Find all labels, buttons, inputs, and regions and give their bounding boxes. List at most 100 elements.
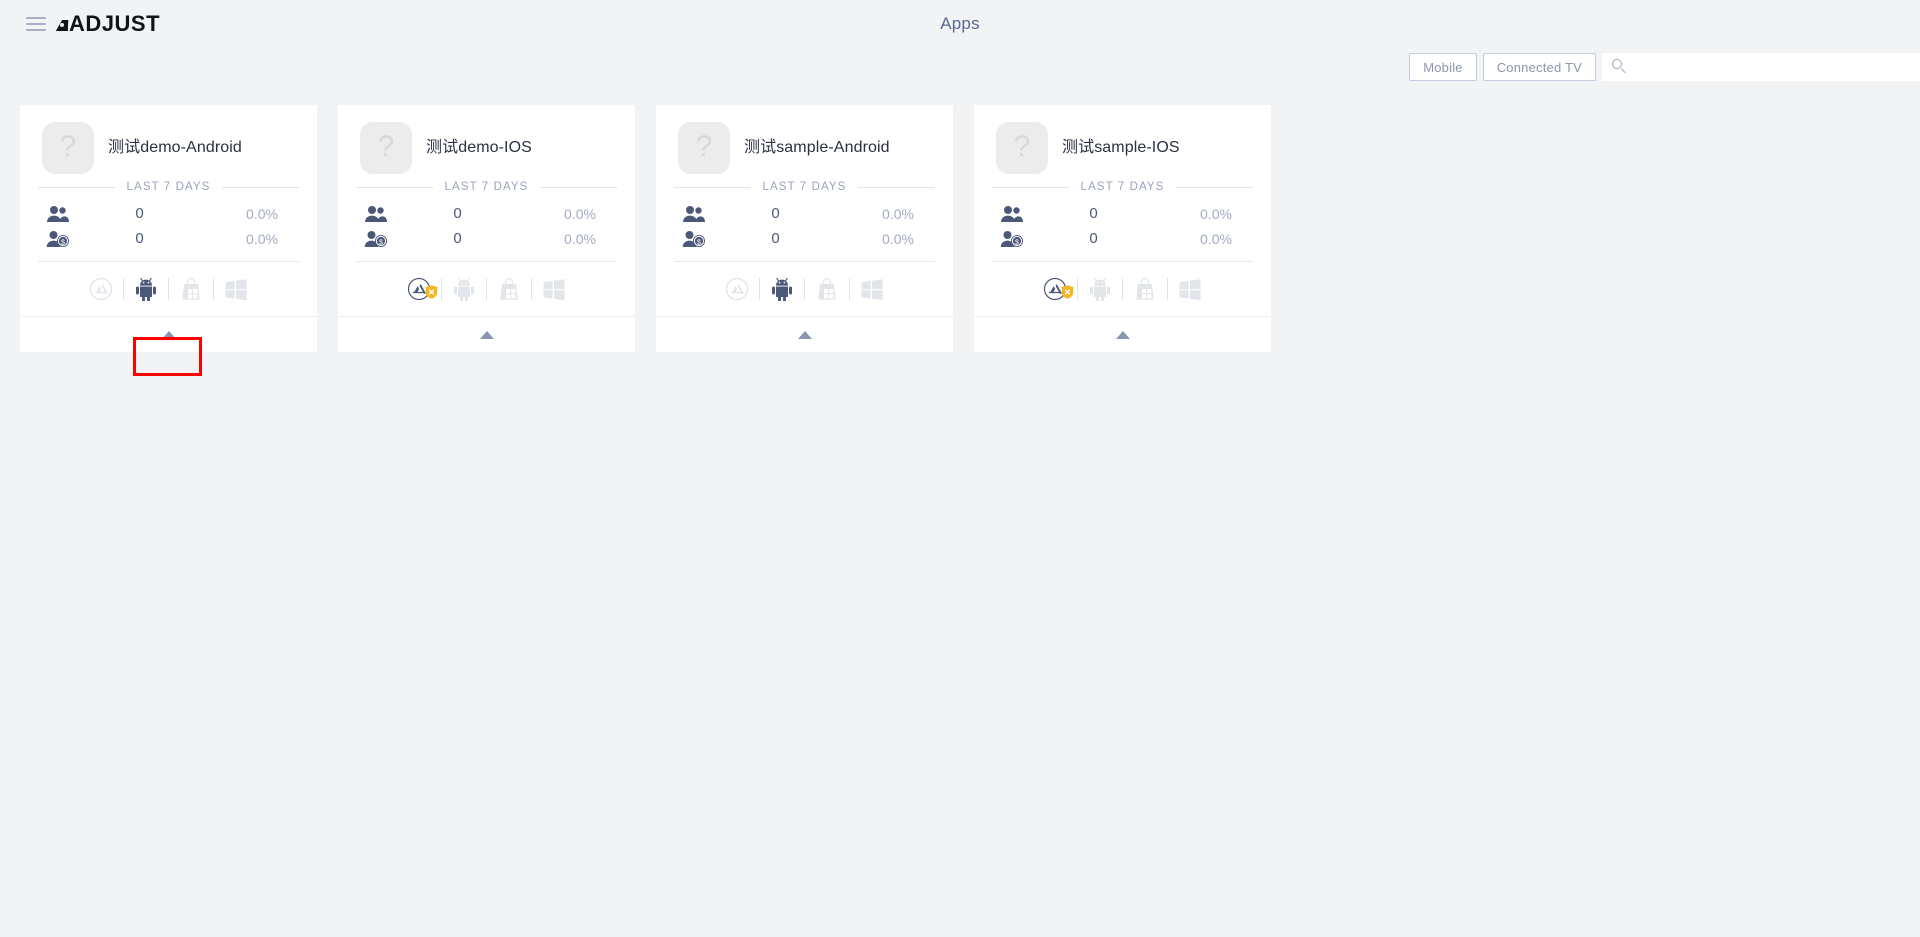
stat-percent: 0.0% — [1200, 205, 1232, 222]
platform-windows-store[interactable] — [805, 277, 849, 301]
period-divider: LAST 7 DAYS — [20, 181, 317, 193]
stat-value: 0 — [135, 230, 144, 247]
platform-app-store[interactable] — [715, 277, 759, 301]
platform-windows[interactable] — [214, 278, 258, 300]
app-name: 测试demo-Android — [108, 139, 242, 156]
platform-android[interactable] — [760, 277, 804, 301]
period-divider: LAST 7 DAYS — [656, 181, 953, 193]
stat-row-paying-users: $ 0 0.0% — [674, 226, 935, 251]
app-card[interactable]: ? 测试demo-IOS LAST 7 DAYS 0 0.0% $ 0 0.0% — [338, 105, 635, 352]
stat-value: 0 — [771, 230, 780, 247]
top-bar: ADJUST Apps — [0, 0, 1920, 48]
user-dollar-icon: $ — [38, 230, 78, 248]
search-input[interactable] — [1602, 53, 1920, 81]
app-card-header: ? 测试sample-IOS — [974, 105, 1271, 177]
stat-percent: 0.0% — [882, 230, 914, 247]
platform-icons-row — [974, 262, 1271, 316]
divider-line-left — [38, 186, 115, 188]
divider-line-right — [858, 186, 935, 188]
stat-row-users: 0 0.0% — [356, 201, 617, 226]
svg-text:$: $ — [379, 239, 383, 246]
stat-percent: 0.0% — [564, 230, 596, 247]
app-stats: 0 0.0% $ 0 0.0% — [20, 193, 317, 251]
app-card-header: ? 测试demo-Android — [20, 105, 317, 177]
platform-windows[interactable] — [1168, 278, 1212, 300]
warning-shield-icon — [425, 285, 438, 299]
app-icon-glyph: ? — [59, 130, 77, 163]
platform-android[interactable] — [124, 277, 168, 301]
divider-line-left — [356, 186, 433, 188]
platform-app-store[interactable] — [1033, 277, 1077, 301]
app-placeholder-icon: ? — [678, 122, 730, 174]
apps-card-grid: ? 测试demo-Android LAST 7 DAYS 0 0.0% $ 0 — [20, 105, 1300, 376]
app-placeholder-icon: ? — [996, 122, 1048, 174]
platform-android[interactable] — [1078, 277, 1122, 301]
stat-row-users: 0 0.0% — [674, 201, 935, 226]
platform-windows-store[interactable] — [487, 277, 531, 301]
period-label: LAST 7 DAYS — [444, 181, 529, 193]
users-icon — [356, 205, 396, 223]
collapse-toggle-button[interactable] — [656, 316, 953, 352]
platform-app-store[interactable] — [79, 277, 123, 301]
users-icon — [674, 205, 714, 223]
platform-windows[interactable] — [532, 278, 576, 300]
app-card-header: ? 测试demo-IOS — [338, 105, 635, 177]
period-label: LAST 7 DAYS — [1080, 181, 1165, 193]
app-name: 测试sample-IOS — [1062, 139, 1180, 156]
user-dollar-icon: $ — [992, 230, 1032, 248]
filter-mobile-button[interactable]: Mobile — [1409, 53, 1477, 81]
app-name: 测试sample-Android — [744, 139, 890, 156]
stat-percent: 0.0% — [1200, 230, 1232, 247]
period-label: LAST 7 DAYS — [762, 181, 847, 193]
stat-row-paying-users: $ 0 0.0% — [38, 226, 299, 251]
app-stats: 0 0.0% $ 0 0.0% — [338, 193, 635, 251]
divider-line-right — [540, 186, 617, 188]
users-icon — [38, 205, 78, 223]
app-icon-glyph: ? — [695, 130, 713, 163]
app-card[interactable]: ? 测试sample-Android LAST 7 DAYS 0 0.0% $ … — [656, 105, 953, 352]
divider-line-left — [992, 186, 1069, 188]
app-card[interactable]: ? 测试demo-Android LAST 7 DAYS 0 0.0% $ 0 — [20, 105, 317, 376]
caret-up-icon — [161, 330, 176, 339]
divider-line-right — [222, 186, 299, 188]
app-card-header: ? 测试sample-Android — [656, 105, 953, 177]
stat-value: 0 — [453, 205, 462, 222]
stat-percent: 0.0% — [246, 205, 278, 222]
caret-up-icon — [1115, 330, 1130, 339]
stat-percent: 0.0% — [564, 205, 596, 222]
stat-row-paying-users: $ 0 0.0% — [992, 226, 1253, 251]
stat-value: 0 — [1089, 230, 1098, 247]
app-stats: 0 0.0% $ 0 0.0% — [974, 193, 1271, 251]
caret-up-icon — [479, 330, 494, 339]
collapse-toggle-button[interactable] — [338, 316, 635, 352]
stat-row-paying-users: $ 0 0.0% — [356, 226, 617, 251]
stat-percent: 0.0% — [882, 205, 914, 222]
period-divider: LAST 7 DAYS — [974, 181, 1271, 193]
platform-windows-store[interactable] — [169, 277, 213, 301]
app-placeholder-icon: ? — [360, 122, 412, 174]
apps-toolbar: Mobile Connected TV — [1409, 53, 1920, 81]
platform-icons-row — [20, 262, 317, 316]
collapse-toggle-button[interactable] — [20, 316, 317, 352]
platform-app-store[interactable] — [397, 277, 441, 301]
platform-icons-row — [656, 262, 953, 316]
platform-android[interactable] — [442, 277, 486, 301]
user-dollar-icon: $ — [674, 230, 714, 248]
period-label: LAST 7 DAYS — [126, 181, 211, 193]
search-box[interactable] — [1602, 53, 1920, 81]
stat-value: 0 — [1089, 205, 1098, 222]
platform-windows[interactable] — [850, 278, 894, 300]
user-dollar-icon: $ — [356, 230, 396, 248]
app-stats: 0 0.0% $ 0 0.0% — [656, 193, 953, 251]
stat-value: 0 — [771, 205, 780, 222]
period-divider: LAST 7 DAYS — [338, 181, 635, 193]
app-name: 测试demo-IOS — [426, 139, 532, 156]
app-icon-glyph: ? — [1013, 130, 1031, 163]
stat-value: 0 — [135, 205, 144, 222]
platform-windows-store[interactable] — [1123, 277, 1167, 301]
collapse-toggle-button[interactable] — [974, 316, 1271, 352]
app-icon-glyph: ? — [377, 130, 395, 163]
filter-connected-tv-button[interactable]: Connected TV — [1482, 53, 1596, 81]
platform-icons-row — [338, 262, 635, 316]
app-card[interactable]: ? 测试sample-IOS LAST 7 DAYS 0 0.0% $ 0 0.… — [974, 105, 1271, 352]
